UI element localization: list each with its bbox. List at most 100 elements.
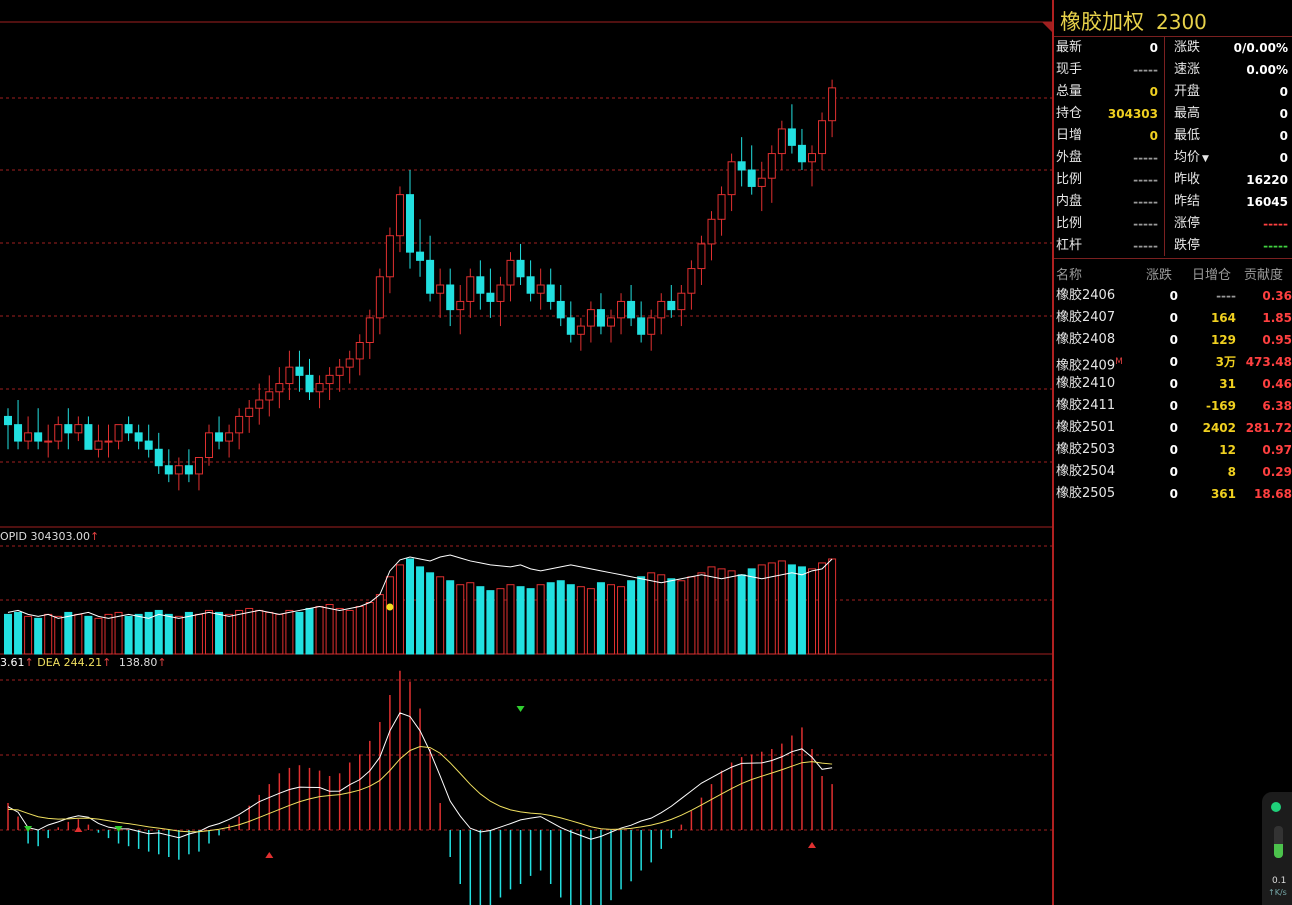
- quote-label: 速涨: [1174, 62, 1201, 77]
- quote-value: -----: [1133, 195, 1158, 209]
- candle-up: [225, 432, 234, 442]
- oi-bar: [576, 586, 585, 655]
- oi-bar: [385, 576, 394, 655]
- oi-bar: [536, 584, 545, 655]
- contract-oi-increase: 3万: [1215, 355, 1236, 369]
- candle-up: [74, 424, 83, 434]
- candle-up: [44, 440, 53, 443]
- contract-row[interactable]: 橡胶2407 0 164 1.85: [1054, 307, 1292, 329]
- opid-indicator-label: OPID 304303.00↑: [0, 530, 99, 543]
- chart-canvas[interactable]: [0, 0, 1052, 905]
- oi-bar: [54, 615, 63, 655]
- contract-row[interactable]: 橡胶2410 0 31 0.46: [1054, 373, 1292, 395]
- candle-up: [456, 300, 465, 311]
- contract-row[interactable]: 橡胶2504 0 8 0.29: [1054, 461, 1292, 483]
- oi-bar: [4, 613, 12, 655]
- dropdown-triangle-icon[interactable]: ▼: [1202, 154, 1209, 164]
- contracts-column-header[interactable]: 贡献度: [1244, 264, 1283, 283]
- oi-bar: [506, 584, 515, 655]
- candle-down: [486, 292, 495, 302]
- contract-row[interactable]: 橡胶2501 0 2402 281.72: [1054, 417, 1292, 439]
- contract-row[interactable]: 橡胶2409M 0 3万 473.48: [1054, 351, 1292, 373]
- contract-name: 橡胶2505: [1056, 486, 1116, 501]
- oi-bar: [406, 558, 414, 655]
- oi-bar: [586, 588, 595, 655]
- oi-bar: [426, 572, 435, 655]
- contract-row[interactable]: 橡胶2406 0 ---- 0.36: [1054, 285, 1292, 307]
- quote-label: 最新: [1056, 40, 1083, 55]
- quote-row: 内盘 -----: [1056, 191, 1164, 213]
- contracts-column-header[interactable]: 名称: [1056, 264, 1082, 283]
- quote-row: 涨跌 0/0.00%: [1174, 37, 1288, 59]
- oi-bar: [255, 609, 264, 655]
- contract-row[interactable]: 橡胶2408 0 129 0.95: [1054, 329, 1292, 351]
- candle-up: [677, 292, 686, 311]
- signal-dot: [386, 603, 394, 611]
- contract-contribution: 0.46: [1262, 377, 1292, 391]
- candle-down: [667, 300, 676, 311]
- quote-row: 跌停 -----: [1174, 235, 1288, 257]
- contracts-column-header[interactable]: 涨跌: [1146, 264, 1172, 283]
- oi-bar: [84, 615, 93, 655]
- contract-oi-increase: 2402: [1202, 421, 1236, 435]
- oi-bar: [687, 576, 696, 655]
- contract-change: 0: [1169, 355, 1178, 369]
- oi-bar: [325, 604, 334, 655]
- contract-change: 0: [1169, 487, 1178, 501]
- oi-bar: [627, 580, 636, 655]
- oi-bar: [747, 568, 756, 655]
- oi-bar: [335, 607, 344, 655]
- quote-row: 杠杆 -----: [1056, 235, 1164, 257]
- contract-contribution: 281.72: [1245, 421, 1292, 435]
- contracts-column-header[interactable]: 日增仓: [1192, 264, 1231, 283]
- oi-bar: [556, 580, 565, 655]
- oi-bar: [456, 584, 465, 655]
- candle-down: [627, 300, 636, 319]
- candle-down: [416, 251, 425, 261]
- buy-arrow-icon: [265, 852, 274, 858]
- quote-row: 最低 0: [1174, 125, 1288, 147]
- candle-up: [325, 374, 334, 385]
- quote-value: 0: [1149, 41, 1158, 55]
- candle-up: [607, 317, 615, 327]
- candle-down: [134, 432, 143, 442]
- quote-row: 最新 0: [1056, 37, 1164, 59]
- quote-value: -----: [1263, 217, 1288, 231]
- oi-bar: [64, 611, 73, 655]
- oi-bar: [245, 607, 254, 655]
- candle-up: [586, 309, 595, 327]
- network-speed-widget[interactable]: 0.1 ↑K/s: [1262, 792, 1292, 905]
- quote-label: 现手: [1056, 62, 1083, 77]
- candle-up: [94, 440, 103, 450]
- oi-bar: [104, 613, 113, 655]
- contract-oi-increase: 129: [1210, 333, 1236, 347]
- candle-down: [144, 440, 153, 450]
- contract-row[interactable]: 橡胶2505 0 361 18.68: [1054, 483, 1292, 505]
- quote-row[interactable]: 均价 ▼ 0: [1174, 147, 1288, 169]
- contract-oi-increase: 164: [1210, 311, 1236, 325]
- quote-row: 现手 -----: [1056, 59, 1164, 81]
- contract-oi-increase: 12: [1219, 443, 1236, 457]
- candle-up: [205, 432, 213, 459]
- oi-bar: [375, 594, 384, 655]
- contract-contribution: 0.95: [1262, 333, 1292, 347]
- candle-up: [506, 259, 515, 286]
- main-contract-mark: M: [1115, 357, 1123, 367]
- contract-row[interactable]: 橡胶2503 0 12 0.97: [1054, 439, 1292, 461]
- candle-up: [194, 457, 203, 475]
- quote-row: 总量 0: [1056, 81, 1164, 103]
- candle-up: [697, 243, 706, 270]
- candle-down: [184, 465, 193, 475]
- candle-down: [596, 309, 605, 327]
- candle-down: [34, 432, 43, 442]
- candle-up: [345, 358, 354, 368]
- oi-bar: [707, 566, 716, 655]
- quote-panel: 橡胶加权 2300 最新 0 现手 ----- 总量 0 持仓 304303 日增 0 外盘 -----…: [1052, 0, 1292, 905]
- contract-change: 0: [1169, 377, 1178, 391]
- contract-row[interactable]: 橡胶2411 0 -169 6.38: [1054, 395, 1292, 417]
- oi-bar: [416, 566, 425, 655]
- opid-arrow: ↑: [90, 530, 100, 543]
- quote-label: 持仓: [1056, 106, 1083, 121]
- chart-area[interactable]: OPID 304303.00↑ 3.61↑ DEA 244.21↑ 138.80…: [0, 0, 1052, 905]
- candle-up: [285, 366, 294, 385]
